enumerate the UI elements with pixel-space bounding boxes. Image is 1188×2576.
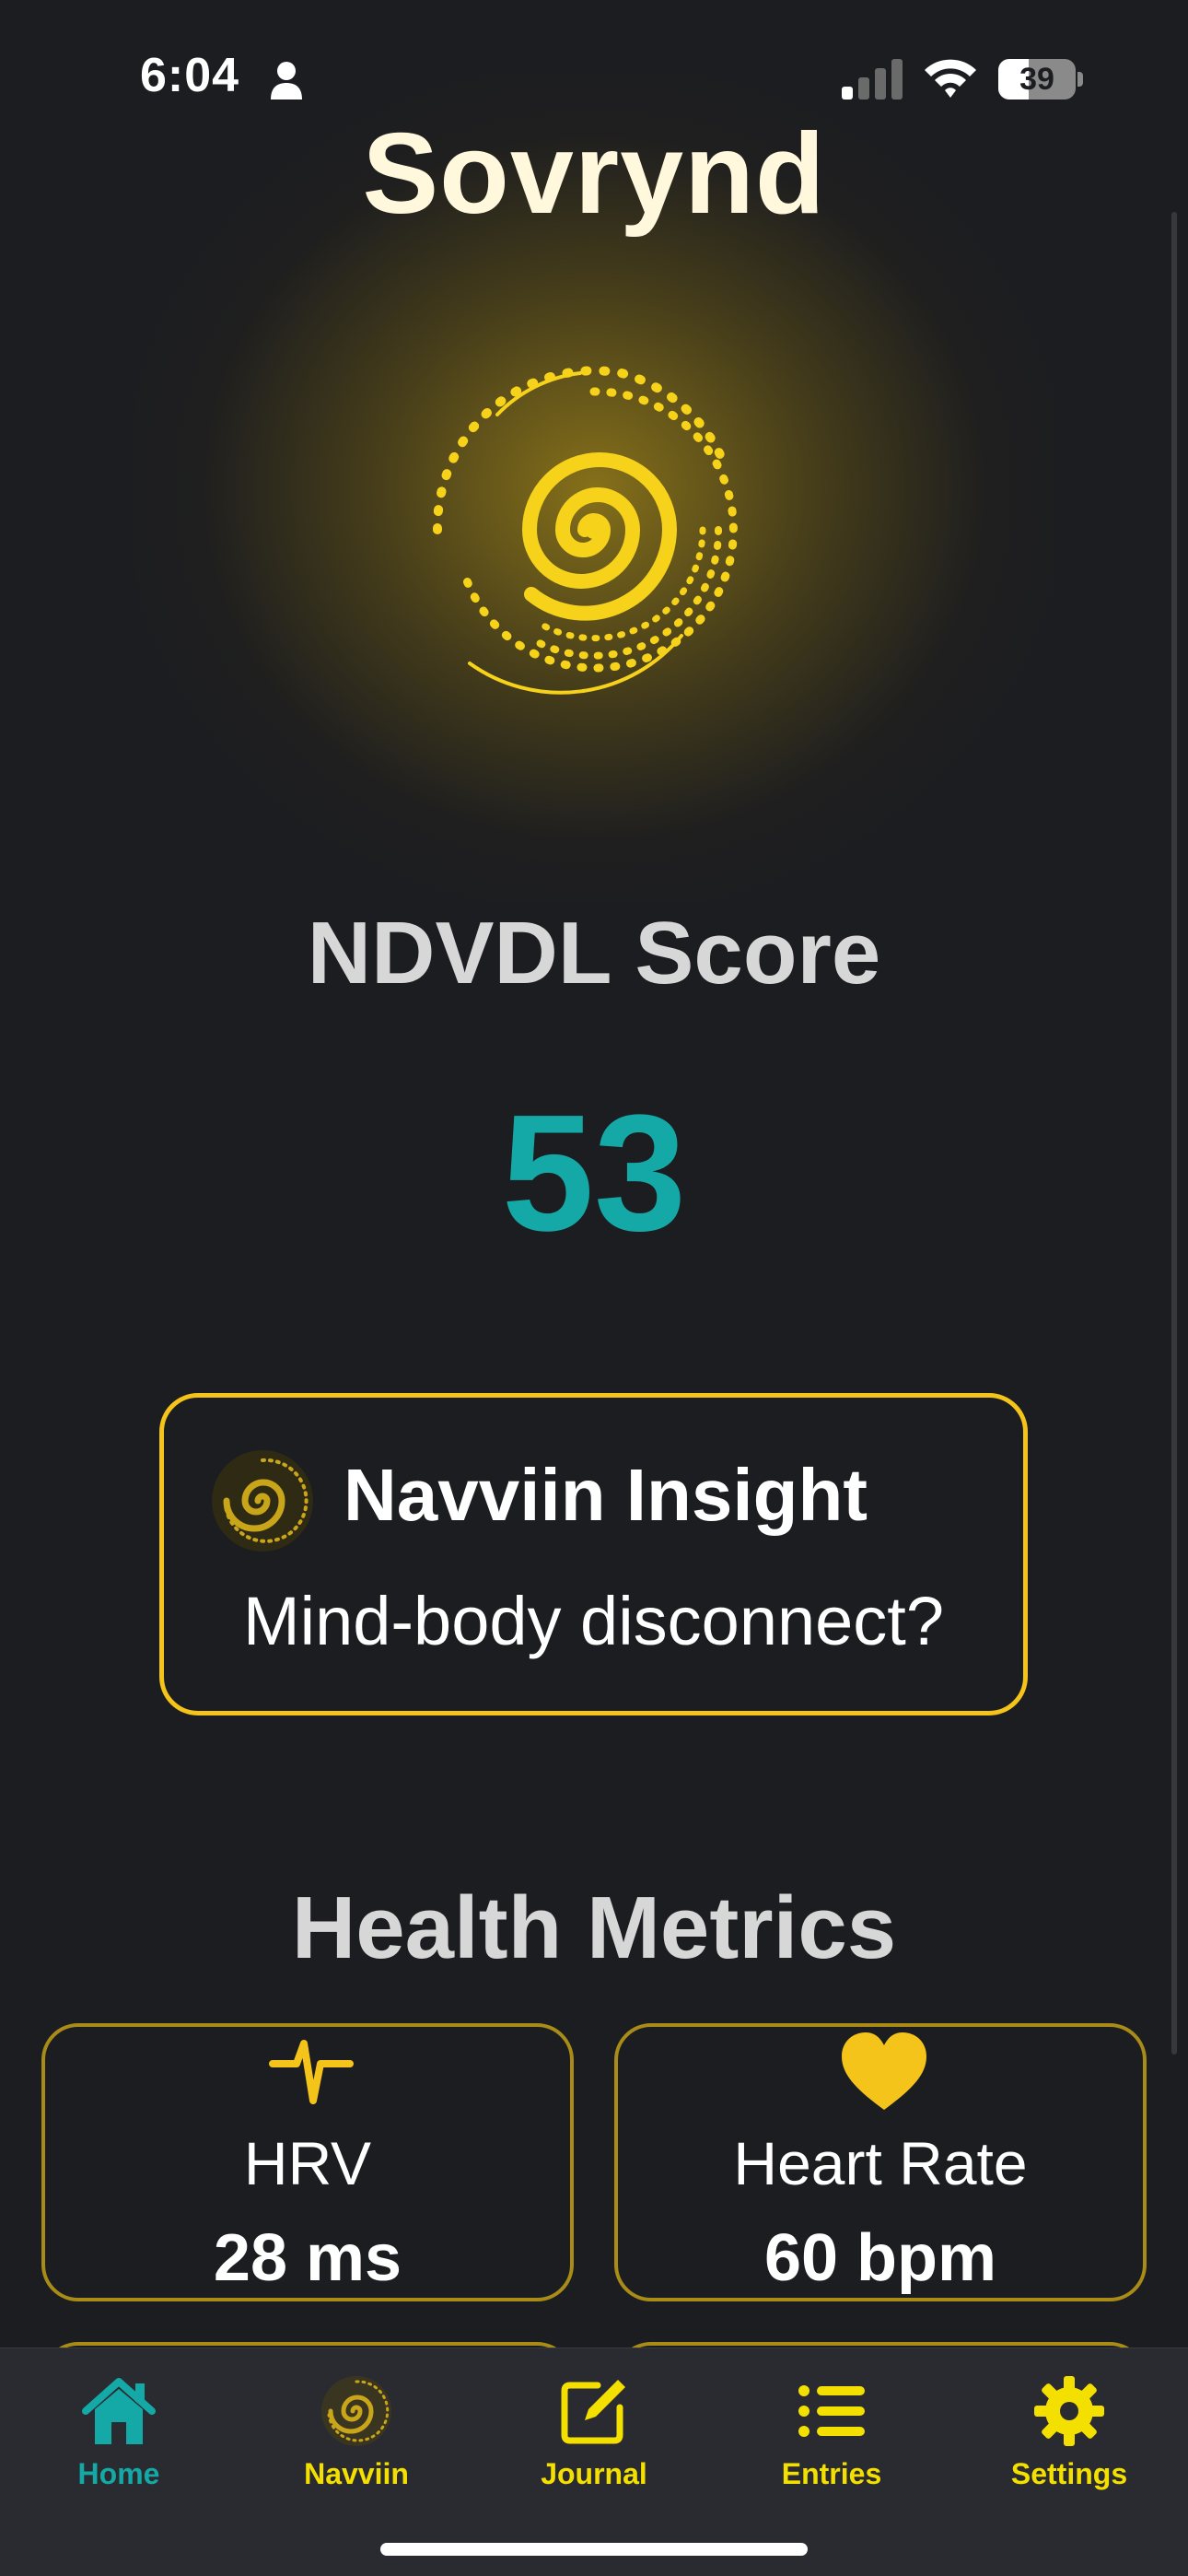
home-indicator[interactable] <box>380 2543 808 2556</box>
tab-home[interactable]: Home <box>0 2365 238 2531</box>
compose-icon <box>561 2380 625 2444</box>
battery-cap <box>1077 72 1083 87</box>
health-metrics-title: Health Metrics <box>291 1879 897 1977</box>
scrollbar[interactable] <box>1171 212 1177 2055</box>
status-time: 6:04 <box>140 49 240 102</box>
tab-navviin[interactable]: Navviin <box>238 2365 475 2531</box>
metric-label: HRV <box>243 2129 372 2197</box>
home-screen: 6:04 39 Sovrynd NDVDL Score 53 Navviin I… <box>0 0 1188 2576</box>
signal-icon <box>842 59 903 100</box>
metric-card-heart-rate[interactable]: Heart Rate 60 bpm <box>614 2023 1147 2301</box>
home-icon <box>82 2378 156 2444</box>
metric-label: Heart Rate <box>733 2129 1028 2197</box>
score-label: NDVDL Score <box>307 904 881 1002</box>
metric-value: 28 ms <box>213 2221 402 2295</box>
spiral-icon <box>321 2376 391 2446</box>
metric-card-hrv[interactable]: HRV 28 ms <box>41 2023 574 2301</box>
tab-entries[interactable]: Entries <box>713 2365 950 2531</box>
insight-text: Mind-body disconnect? <box>243 1583 944 1659</box>
tab-label: Journal <box>541 2457 647 2490</box>
metric-value: 60 bpm <box>763 2221 997 2295</box>
list-icon <box>798 2385 865 2437</box>
heart-icon <box>842 2032 926 2110</box>
battery-icon: 39 <box>998 59 1083 100</box>
gear-icon <box>1034 2376 1104 2446</box>
tab-label: Home <box>77 2457 160 2490</box>
app-title: Sovrynd <box>362 111 826 238</box>
battery-body: 39 <box>998 59 1076 100</box>
tab-label: Navviin <box>304 2457 409 2490</box>
pulse-icon <box>269 2040 354 2104</box>
score-value: 53 <box>501 1081 687 1266</box>
wifi-icon <box>925 59 976 98</box>
spiral-logo-icon <box>432 366 738 695</box>
person-icon <box>271 62 302 100</box>
insight-title: Navviin Insight <box>344 1454 868 1536</box>
insight-card[interactable]: Navviin Insight Mind-body disconnect? <box>159 1393 1028 1715</box>
tab-label: Entries <box>781 2457 882 2490</box>
tab-settings[interactable]: Settings <box>950 2365 1188 2531</box>
tab-label: Settings <box>1010 2457 1128 2490</box>
tab-journal[interactable]: Journal <box>475 2365 713 2531</box>
spiral-icon <box>212 1450 313 1551</box>
battery-level: 39 <box>1019 62 1054 97</box>
tab-bar: Home Navviin Journal Entries Settings <box>0 2348 1188 2576</box>
